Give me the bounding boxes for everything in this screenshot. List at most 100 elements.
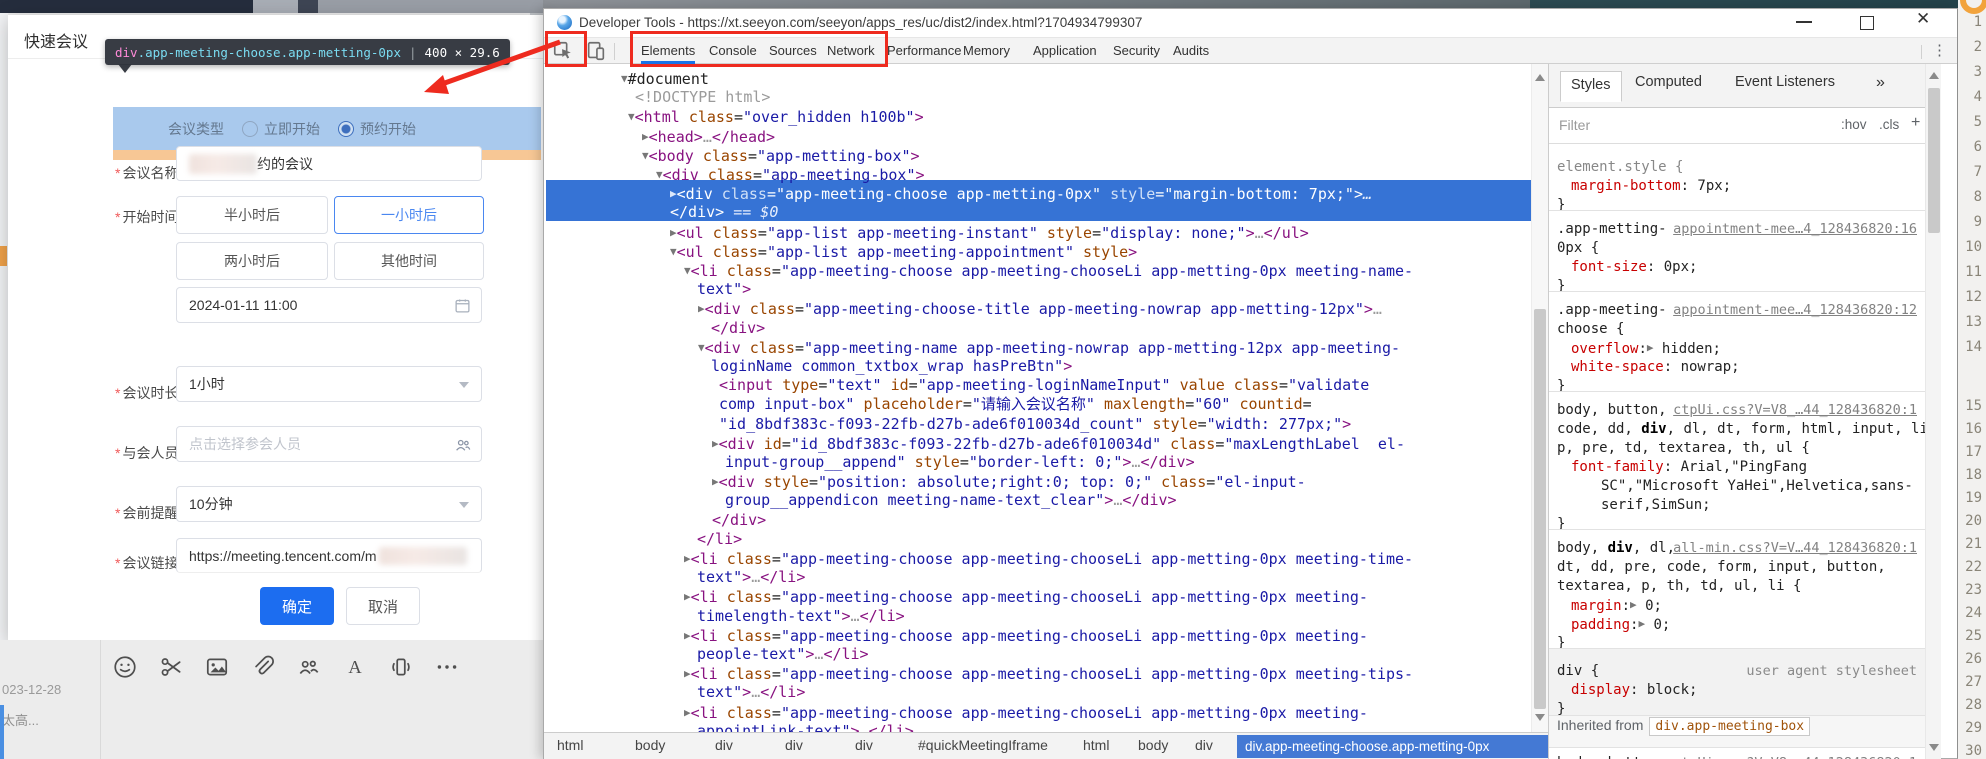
dom-node[interactable]: ▶<div class="app-meeting-choose-title ap…: [698, 299, 1382, 319]
shake-icon[interactable]: [388, 654, 414, 680]
option-start-now-label[interactable]: 立即开始: [264, 119, 320, 139]
option-start-scheduled-label[interactable]: 预约开始: [360, 119, 416, 139]
inherited-from-selector[interactable]: div.app-meeting-box: [1649, 717, 1810, 736]
dom-node-selected[interactable]: </div> == $0: [670, 203, 778, 222]
dom-node[interactable]: <input type="text" id="app-meeting-login…: [719, 376, 1369, 395]
dom-node[interactable]: ▶<li class="app-meeting-choose app-meeti…: [684, 549, 1413, 569]
breadcrumb-item[interactable]: html: [557, 737, 583, 753]
scroll-down-icon[interactable]: [1929, 744, 1939, 751]
style-rule-line[interactable]: }: [1557, 277, 1565, 295]
radio-start-scheduled[interactable]: [338, 121, 354, 137]
style-rule-line[interactable]: font-size: 0px;: [1571, 258, 1697, 276]
style-rule-line[interactable]: display: block;: [1571, 681, 1697, 699]
dom-node[interactable]: text">: [697, 280, 751, 299]
breadcrumb-item[interactable]: div: [715, 737, 733, 753]
style-rule-line[interactable]: code, dd, div, dl, dt, form, html, input…: [1557, 420, 1936, 438]
cancel-button[interactable]: 取消: [346, 587, 420, 625]
scrollbar-thumb[interactable]: [1928, 88, 1940, 233]
style-rule-line[interactable]: margin:▶ 0;: [1571, 596, 1662, 615]
image-icon[interactable]: [204, 654, 230, 680]
style-rule-line[interactable]: padding:▶ 0;: [1571, 615, 1670, 634]
duration-select[interactable]: 1小时: [176, 366, 482, 402]
calendar-icon[interactable]: [454, 297, 471, 314]
dom-node[interactable]: ▼<html class="over_hidden h100b">: [628, 107, 924, 127]
style-rule-line[interactable]: 0px {: [1557, 239, 1599, 257]
maximize-button[interactable]: [1860, 16, 1874, 30]
datetime-input[interactable]: 2024-01-11 11:00: [176, 287, 482, 323]
scissors-icon[interactable]: [158, 654, 184, 680]
participants-input[interactable]: 点击选择参会人员: [176, 426, 482, 462]
dom-node[interactable]: ▶<li class="app-meeting-choose app-meeti…: [684, 626, 1368, 646]
style-rule-line[interactable]: body, div, dl,: [1557, 539, 1675, 557]
dom-node[interactable]: </li>: [697, 530, 742, 549]
toggle-hover-button[interactable]: :hov: [1841, 117, 1867, 132]
tab-security[interactable]: Security: [1113, 38, 1160, 64]
dom-node[interactable]: ▼#document: [621, 69, 709, 89]
start-time-half-hour-button[interactable]: 半小时后: [176, 196, 328, 234]
group-icon[interactable]: [454, 436, 472, 454]
dom-node[interactable]: ▶<li class="app-meeting-choose app-meeti…: [684, 587, 1368, 607]
dom-node[interactable]: ▶<div style="position: absolute;right:0;…: [712, 472, 1306, 492]
dom-node[interactable]: ▶<li class="app-meeting-choose app-meeti…: [684, 703, 1368, 723]
close-button[interactable]: ✕: [1916, 9, 1946, 33]
tab-memory[interactable]: Memory: [963, 38, 1010, 64]
scroll-down-icon[interactable]: [1535, 714, 1545, 721]
style-rule-line[interactable]: p, pre, td, textarea, th, ul {: [1557, 439, 1810, 457]
font-icon[interactable]: A: [342, 654, 368, 680]
styles-filter-input[interactable]: Filter: [1559, 117, 1590, 133]
group-icon[interactable]: [296, 654, 322, 680]
more-icon[interactable]: [434, 654, 460, 680]
start-time-one-hour-button[interactable]: 一小时后: [334, 196, 484, 234]
dom-node[interactable]: ▶<head>…</head>: [642, 127, 775, 147]
dom-node[interactable]: group__appendicon meeting-name-text_clea…: [725, 491, 1177, 510]
breadcrumb-item[interactable]: div: [1195, 737, 1213, 753]
dom-node[interactable]: ▶<ul class="app-list app-meeting-instant…: [670, 223, 1309, 243]
tab-application[interactable]: Application: [1033, 38, 1097, 64]
dom-node[interactable]: loginName common_txtbox_wrap hasPreBtn">: [711, 357, 1072, 376]
breadcrumb-item[interactable]: html: [1083, 737, 1109, 753]
style-rule-line[interactable]: .app-meeting-: [1557, 301, 1667, 319]
more-tabs-icon[interactable]: »: [1876, 74, 1885, 92]
style-rule-line[interactable]: white-space: nowrap;: [1571, 358, 1740, 376]
style-rule-line[interactable]: }: [1557, 196, 1565, 214]
emoji-icon[interactable]: [112, 654, 138, 680]
style-rule-line[interactable]: choose {: [1557, 320, 1624, 338]
dom-node[interactable]: text">…</li>: [697, 683, 805, 702]
dom-node[interactable]: ▶<div id="id_8bdf383c-f093-22fb-d27b-ade…: [712, 434, 1405, 454]
style-rule-line[interactable]: }: [1557, 377, 1565, 395]
tab-event-listeners[interactable]: Event Listeners: [1735, 74, 1835, 90]
start-time-two-hours-button[interactable]: 两小时后: [176, 242, 328, 280]
dom-node[interactable]: "id_8bdf383c-f093-22fb-d27b-ade6f010034d…: [719, 415, 1351, 434]
dom-node[interactable]: timelength-text">…</li>: [697, 607, 905, 626]
dom-node[interactable]: <!DOCTYPE html>: [635, 88, 770, 107]
style-rule-line[interactable]: }: [1557, 515, 1565, 533]
breadcrumb-item[interactable]: div: [855, 737, 873, 753]
breadcrumb-item[interactable]: body: [1138, 737, 1168, 753]
breadcrumb-item[interactable]: body: [635, 737, 665, 753]
dom-node[interactable]: ▶<li class="app-meeting-choose app-meeti…: [684, 664, 1413, 684]
dom-node[interactable]: ▼<div class="app-meeting-box">: [656, 165, 925, 185]
styles-scrollbar[interactable]: [1925, 64, 1941, 759]
style-rule-line[interactable]: textarea, p, th, td, ul, li {: [1557, 577, 1801, 595]
dom-node[interactable]: </div>: [711, 319, 765, 338]
radio-start-now[interactable]: [242, 121, 258, 137]
tab-audits[interactable]: Audits: [1173, 38, 1209, 64]
dom-node[interactable]: appointLink-text">…</li>: [697, 722, 914, 732]
style-rule-line[interactable]: }: [1557, 634, 1565, 652]
tab-styles[interactable]: Styles: [1560, 71, 1622, 102]
dom-node[interactable]: ▼<ul class="app-list app-meeting-appoint…: [670, 242, 1137, 262]
style-rule-line[interactable]: div {: [1557, 662, 1599, 680]
style-rule-line[interactable]: element.style {: [1557, 158, 1683, 176]
dom-node[interactable]: people-text">…</li>: [697, 645, 869, 664]
stylesheet-source-link[interactable]: appointment-mee…4_128436820:12: [1673, 301, 1917, 319]
style-rule-line[interactable]: serif,SimSun;: [1601, 496, 1711, 514]
style-rule-line[interactable]: body, button,: [1557, 754, 1667, 759]
elements-scrollbar[interactable]: [1531, 64, 1548, 732]
new-rule-button[interactable]: +: [1911, 114, 1920, 132]
stylesheet-source-link[interactable]: ctpUi.css?V=V8_…44_128436820:1: [1673, 754, 1917, 759]
breadcrumb-item[interactable]: div: [785, 737, 803, 753]
style-rule-line[interactable]: SC","Microsoft YaHei",Helvetica,sans-: [1601, 477, 1913, 495]
paperclip-icon[interactable]: [250, 654, 276, 680]
dom-node[interactable]: comp input-box" placeholder="请输入会议名称" ma…: [719, 395, 1312, 414]
scroll-up-icon[interactable]: [1929, 72, 1939, 79]
